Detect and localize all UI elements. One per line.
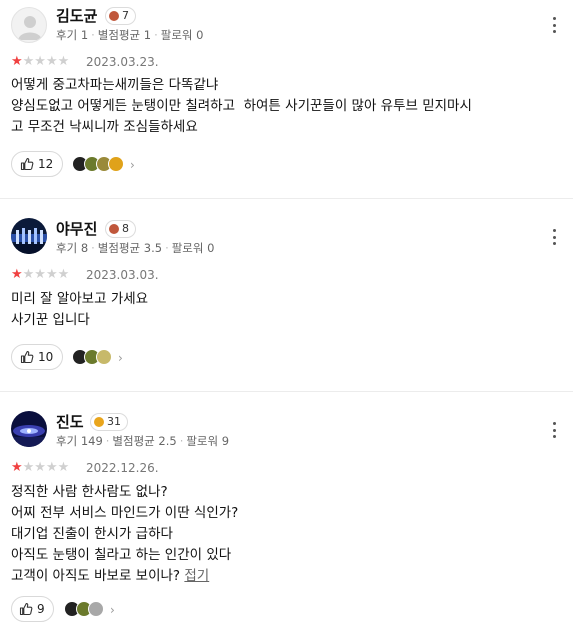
like-count: 10: [38, 350, 54, 364]
review-count: 후기 8: [56, 241, 89, 255]
reviewer-name[interactable]: 김도균: [56, 7, 97, 25]
follower-count: 팔로워 0: [171, 241, 215, 255]
more-options-button[interactable]: [548, 421, 560, 439]
level-badge: 8: [105, 220, 136, 238]
level-icon: [94, 417, 104, 427]
like-button[interactable]: 12: [11, 151, 64, 177]
reviewer-stats: 후기 149 · 별점평균 2.5 · 팔로워 9: [56, 434, 230, 448]
thumbs-up-icon: [20, 350, 34, 364]
review-count: 후기 1: [56, 28, 89, 42]
thumbs-up-icon: [19, 602, 33, 616]
review-text: 정직한 사람 한사람도 없나? 어찌 전부 서비스 마인드가 이딴 식인가? 대…: [11, 482, 566, 587]
default-avatar-icon: [18, 16, 42, 40]
rating-average: 별점평균 1: [97, 28, 152, 42]
like-button[interactable]: 10: [11, 344, 64, 370]
level-value: 7: [122, 9, 129, 22]
level-value: 8: [122, 222, 129, 235]
rating-average: 별점평균 3.5: [97, 241, 163, 255]
liker-avatar: [108, 156, 124, 172]
liker-avatars[interactable]: ›: [72, 349, 133, 365]
reviewer-name[interactable]: 야무진: [56, 220, 97, 238]
review-date: 2023.03.03.: [86, 268, 159, 282]
chevron-right-icon: ›: [117, 349, 133, 365]
thumbs-up-icon: [20, 157, 34, 171]
star-rating: ★★★★★: [11, 460, 70, 475]
reviewer-name[interactable]: 진도: [56, 413, 84, 431]
liker-avatar: [96, 349, 112, 365]
avatar[interactable]: [11, 411, 47, 447]
level-value: 31: [107, 415, 121, 428]
more-options-button[interactable]: [548, 16, 560, 34]
level-icon: [109, 224, 119, 234]
liker-avatar: [88, 601, 104, 617]
chevron-right-icon: ›: [129, 156, 145, 172]
like-count: 12: [38, 157, 54, 171]
profile-photo-icon: [11, 218, 47, 254]
collapse-link[interactable]: 접기: [184, 568, 209, 584]
divider: [0, 391, 573, 392]
avatar[interactable]: [11, 7, 47, 43]
level-icon: [109, 11, 119, 21]
liker-avatars[interactable]: ›: [64, 601, 125, 617]
star-rating: ★★★★★: [11, 54, 70, 69]
review-count: 후기 149: [56, 434, 103, 448]
level-badge: 7: [105, 7, 136, 25]
follower-count: 팔로워 0: [160, 28, 204, 42]
profile-photo-icon: [11, 411, 47, 447]
divider: [0, 198, 573, 199]
liker-avatars[interactable]: ›: [72, 156, 145, 172]
avatar[interactable]: [11, 218, 47, 254]
like-count: 9: [37, 602, 45, 616]
chevron-right-icon: ›: [109, 601, 125, 617]
review-text: 어떻게 중고차파는새끼들은 다똑같냐 양심도없고 어떻게든 눈탱이만 칠려하고 …: [11, 77, 472, 135]
review-date: 2023.03.23.: [86, 55, 159, 69]
more-options-button[interactable]: [548, 228, 560, 246]
level-badge: 31: [90, 413, 128, 431]
review-date: 2022.12.26.: [86, 461, 159, 475]
review-text: 미리 잘 알아보고 가세요 사기꾼 입니다: [11, 291, 149, 328]
like-button[interactable]: 9: [11, 596, 54, 622]
reviewer-stats: 후기 8 · 별점평균 3.5 · 팔로워 0: [56, 241, 215, 255]
rating-average: 별점평균 2.5: [112, 434, 177, 448]
star-rating: ★★★★★: [11, 267, 70, 282]
follower-count: 팔로워 9: [186, 434, 230, 448]
reviewer-stats: 후기 1 · 별점평균 1 · 팔로워 0: [56, 28, 204, 42]
